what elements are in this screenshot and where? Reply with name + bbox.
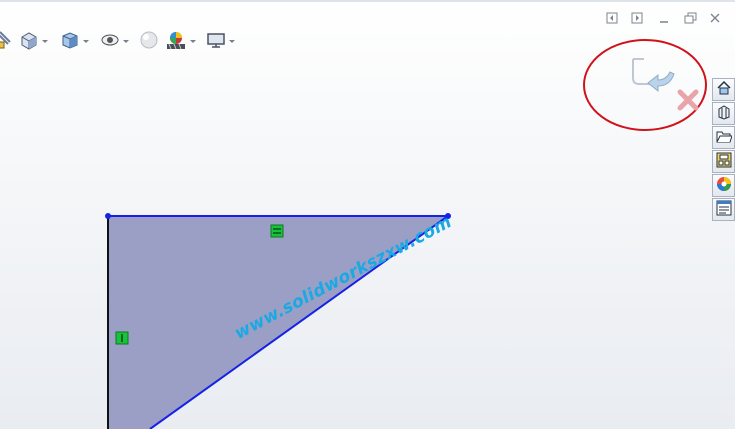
tab-appearances[interactable] — [712, 174, 735, 197]
close-button[interactable] — [707, 10, 723, 26]
sketch-endpoint[interactable] — [105, 213, 111, 219]
view-orientation-button[interactable] — [19, 28, 48, 52]
sketch-tools-button[interactable] — [0, 28, 12, 52]
design-library-icon — [716, 104, 732, 124]
view-orientation-icon — [19, 30, 39, 50]
display-style-icon — [60, 30, 80, 50]
edit-appearance-button[interactable] — [139, 28, 159, 52]
apply-scene-button[interactable] — [165, 28, 196, 52]
horizontal-relation-icon[interactable] — [270, 224, 284, 238]
custom-properties-icon — [716, 200, 732, 220]
appearances-icon — [716, 176, 732, 196]
window-top-border — [0, 0, 735, 2]
tab-home[interactable] — [712, 78, 735, 101]
chevron-down-icon — [190, 39, 196, 43]
view-settings-icon — [206, 30, 226, 50]
watermark-text: www.solidworkszxw.com — [231, 212, 456, 344]
sketch-tools-icon — [0, 30, 12, 50]
tile-left-icon — [606, 9, 618, 28]
tab-file-explorer[interactable] — [712, 126, 735, 149]
restore-button[interactable] — [681, 10, 699, 26]
restore-icon — [684, 9, 697, 28]
tile-left-button[interactable] — [604, 10, 620, 26]
confirmation-corner — [582, 38, 710, 134]
tab-design-library[interactable] — [712, 102, 735, 125]
chevron-down-icon — [42, 39, 48, 43]
minimize-icon — [658, 9, 670, 28]
file-explorer-icon — [716, 128, 733, 148]
exit-sketch-icon — [630, 58, 680, 100]
hide-show-icon — [100, 30, 120, 50]
tab-custom-properties[interactable] — [712, 198, 735, 221]
tile-right-button[interactable] — [629, 10, 645, 26]
cancel-sketch-button[interactable] — [676, 88, 700, 112]
apply-scene-icon — [165, 30, 187, 50]
display-style-button[interactable] — [60, 28, 89, 52]
exit-sketch-button[interactable] — [630, 56, 680, 96]
vertical-relation-icon[interactable] — [115, 331, 129, 345]
tab-view-palette[interactable] — [712, 150, 735, 173]
chevron-down-icon — [123, 39, 129, 43]
home-icon — [716, 80, 732, 100]
view-palette-icon — [716, 152, 732, 172]
minimize-button[interactable] — [656, 10, 672, 26]
hide-show-button[interactable] — [100, 28, 129, 52]
chevron-down-icon — [83, 39, 89, 43]
edit-appearance-icon — [139, 30, 159, 50]
tile-right-icon — [631, 9, 643, 28]
close-icon — [709, 9, 721, 28]
chevron-down-icon — [229, 39, 235, 43]
view-settings-button[interactable] — [206, 28, 235, 52]
cancel-sketch-icon — [676, 89, 700, 116]
